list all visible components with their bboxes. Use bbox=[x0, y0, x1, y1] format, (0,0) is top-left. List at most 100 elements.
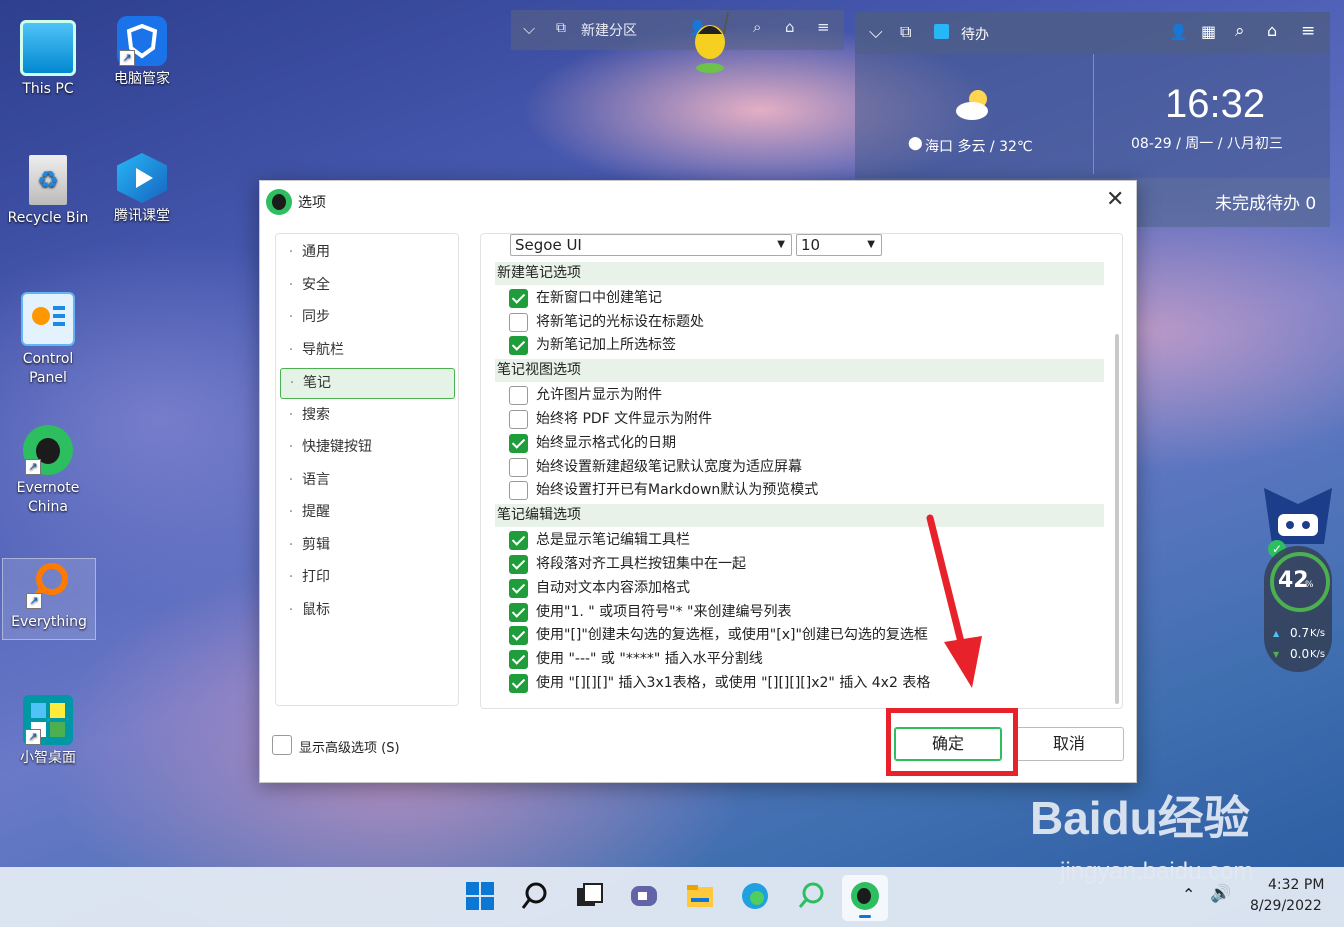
xiaozhi-icon: ↗ bbox=[23, 695, 73, 745]
search-icon[interactable] bbox=[520, 881, 550, 911]
desktop-icon-everything[interactable]: ↗ Everything bbox=[2, 558, 96, 640]
checkbox[interactable] bbox=[509, 626, 528, 645]
pending-count: 未完成待办 0 bbox=[1215, 194, 1317, 214]
desktop-icon-xiaozhi-desktop[interactable]: ↗ 小智桌面 bbox=[2, 695, 94, 768]
clock-time: 16:32 bbox=[1165, 82, 1266, 126]
checkbox[interactable] bbox=[509, 336, 528, 355]
dialog-title: 选项 bbox=[298, 195, 326, 211]
nav-item-language[interactable]: · 语言 bbox=[280, 466, 453, 495]
section-header: 新建笔记选项 bbox=[495, 262, 1104, 285]
desktop-icon-this-pc[interactable]: This PC bbox=[2, 20, 94, 99]
shirt-icon[interactable]: ⌂ bbox=[1267, 21, 1277, 40]
magnifier-orange-icon: ↗ bbox=[24, 559, 74, 609]
options-content: Segoe UI ▼ 10 ▼ 新建笔记选项 在新窗口中创建笔记 将新笔记的光标设在… bbox=[480, 233, 1123, 709]
cancel-button[interactable]: 取消 bbox=[1014, 727, 1124, 761]
chevron-down-icon[interactable]: ⌵ bbox=[523, 19, 535, 39]
desktop-icon-label: 腾讯课堂 bbox=[114, 208, 170, 224]
font-family-select[interactable]: Segoe UI ▼ bbox=[510, 234, 792, 256]
chevron-down-icon[interactable]: ⌵ bbox=[869, 22, 883, 43]
chat-icon[interactable] bbox=[629, 881, 659, 911]
options-dialog: 选项 ✕ · 通用 · 安全 · 同步 · 导航栏 · 笔记 · 搜索 · 快捷键按钮 · 语言… bbox=[259, 180, 1137, 783]
checkbox[interactable] bbox=[509, 386, 528, 405]
advanced-options-label: 显示高级选项 (S) bbox=[299, 741, 400, 756]
annotation-arrow-icon bbox=[926, 514, 982, 688]
desktop-icon-control-panel[interactable]: Control Panel bbox=[2, 292, 94, 388]
nav-item-sync[interactable]: · 同步 bbox=[280, 303, 453, 332]
checkbox[interactable] bbox=[509, 650, 528, 669]
nav-item-mouse[interactable]: · 鼠标 bbox=[280, 596, 453, 625]
evernote-elephant-icon bbox=[851, 882, 879, 918]
file-explorer-icon[interactable] bbox=[685, 881, 715, 911]
evernote-elephant-icon: ↗ bbox=[23, 425, 73, 475]
nav-item-navbar[interactable]: · 导航栏 bbox=[280, 336, 453, 365]
scrollbar[interactable] bbox=[1115, 334, 1119, 704]
todo-title: 待办 bbox=[961, 27, 989, 43]
desktop-icon-pc-manager[interactable]: ↗ 电脑管家 bbox=[96, 16, 188, 89]
partition-widget: ⌵ ⧉ 新建分区 👤 ⌕ ⌂ ≡ bbox=[511, 10, 844, 50]
search-icon[interactable]: ⌕ bbox=[753, 18, 761, 36]
checkbox[interactable] bbox=[272, 735, 292, 755]
nav-item-clip[interactable]: · 剪辑 bbox=[280, 531, 453, 560]
weather-cloud-icon bbox=[952, 87, 994, 121]
dropdown-arrow-icon: ▼ bbox=[867, 239, 875, 250]
play-icon bbox=[117, 153, 167, 203]
checkbox[interactable] bbox=[509, 603, 528, 622]
desktop-icon-evernote[interactable]: ↗ Evernote China bbox=[2, 425, 94, 517]
speaker-icon[interactable]: 🔊 bbox=[1210, 884, 1231, 904]
evernote-taskbar-button[interactable] bbox=[842, 875, 888, 921]
checkbox[interactable] bbox=[509, 289, 528, 308]
restore-icon[interactable]: ⧉ bbox=[900, 22, 911, 42]
shirt-icon[interactable]: ⌂ bbox=[785, 18, 795, 36]
desktop-icon-label: 小智桌面 bbox=[20, 750, 76, 766]
clock-date[interactable]: 8/29/2022 bbox=[1250, 898, 1322, 914]
section-header: 笔记视图选项 bbox=[495, 359, 1104, 382]
nav-item-shortcut-buttons[interactable]: · 快捷键按钮 bbox=[280, 433, 453, 462]
desktop-icon-label: 电脑管家 bbox=[114, 71, 170, 87]
desktop-icon-tencent-classroom[interactable]: 腾讯课堂 bbox=[96, 153, 188, 226]
checkbox[interactable] bbox=[509, 481, 528, 500]
nav-item-reminder[interactable]: · 提醒 bbox=[280, 498, 453, 527]
checkbox[interactable] bbox=[509, 458, 528, 477]
menu-icon[interactable]: ≡ bbox=[817, 18, 830, 36]
weather-text: 海口 多云 / 32℃ bbox=[925, 139, 1033, 155]
chat-search-icon[interactable] bbox=[796, 881, 826, 911]
checkbox[interactable] bbox=[509, 555, 528, 574]
search-icon[interactable]: ⌕ bbox=[1235, 21, 1245, 41]
shortcut-arrow-icon: ↗ bbox=[119, 50, 135, 66]
task-view-icon[interactable] bbox=[574, 881, 604, 911]
nav-item-search[interactable]: · 搜索 bbox=[280, 401, 453, 430]
checkbox[interactable] bbox=[509, 313, 528, 332]
net-speed-widget[interactable]: ✓ 42 % ▲ 0.7 K/s ▼ 0.0 K/s bbox=[1260, 484, 1336, 684]
checkbox[interactable] bbox=[509, 434, 528, 453]
shortcut-arrow-icon: ↗ bbox=[25, 729, 41, 745]
checkbox[interactable] bbox=[509, 410, 528, 429]
taskbar: ⌃ 🔊 4:32 PM 8/29/2022 bbox=[0, 867, 1344, 927]
annotation-highlight-box bbox=[886, 708, 1018, 776]
close-icon[interactable]: ✕ bbox=[1106, 187, 1124, 212]
edge-browser-icon[interactable] bbox=[740, 881, 770, 911]
nav-item-print[interactable]: · 打印 bbox=[280, 563, 453, 592]
desktop-icon-recycle-bin[interactable]: ♻ Recycle Bin bbox=[2, 155, 94, 228]
font-size-select[interactable]: 10 ▼ bbox=[796, 234, 882, 256]
menu-icon[interactable]: ≡ bbox=[1301, 21, 1315, 41]
start-icon[interactable] bbox=[465, 881, 495, 911]
todo-checkbox-icon bbox=[934, 24, 949, 39]
tray-chevron-up-icon[interactable]: ⌃ bbox=[1182, 885, 1195, 904]
monitor-icon bbox=[20, 20, 76, 76]
upload-speed: 0.7 bbox=[1290, 626, 1310, 640]
clock-date: 08-29 / 周一 / 八月初三 bbox=[1131, 136, 1283, 152]
nav-item-security[interactable]: · 安全 bbox=[280, 271, 453, 300]
checkbox[interactable] bbox=[509, 531, 528, 550]
usage-percent-unit: % bbox=[1305, 580, 1314, 590]
desktop-icon-label: This PC bbox=[22, 81, 74, 97]
user-icon[interactable]: 👤 bbox=[1169, 23, 1188, 41]
external-link-icon[interactable]: ⧉ bbox=[556, 20, 566, 36]
nav-item-general[interactable]: · 通用 bbox=[280, 238, 453, 267]
nav-item-notes[interactable]: · 笔记 bbox=[280, 368, 455, 399]
clock-time[interactable]: 4:32 PM bbox=[1268, 877, 1324, 893]
bee-mascot-icon[interactable] bbox=[688, 11, 734, 73]
download-speed-unit: K/s bbox=[1310, 649, 1326, 660]
checkbox[interactable] bbox=[509, 579, 528, 598]
checkbox[interactable] bbox=[509, 674, 528, 693]
calendar-icon[interactable]: ▦ bbox=[1201, 22, 1216, 41]
